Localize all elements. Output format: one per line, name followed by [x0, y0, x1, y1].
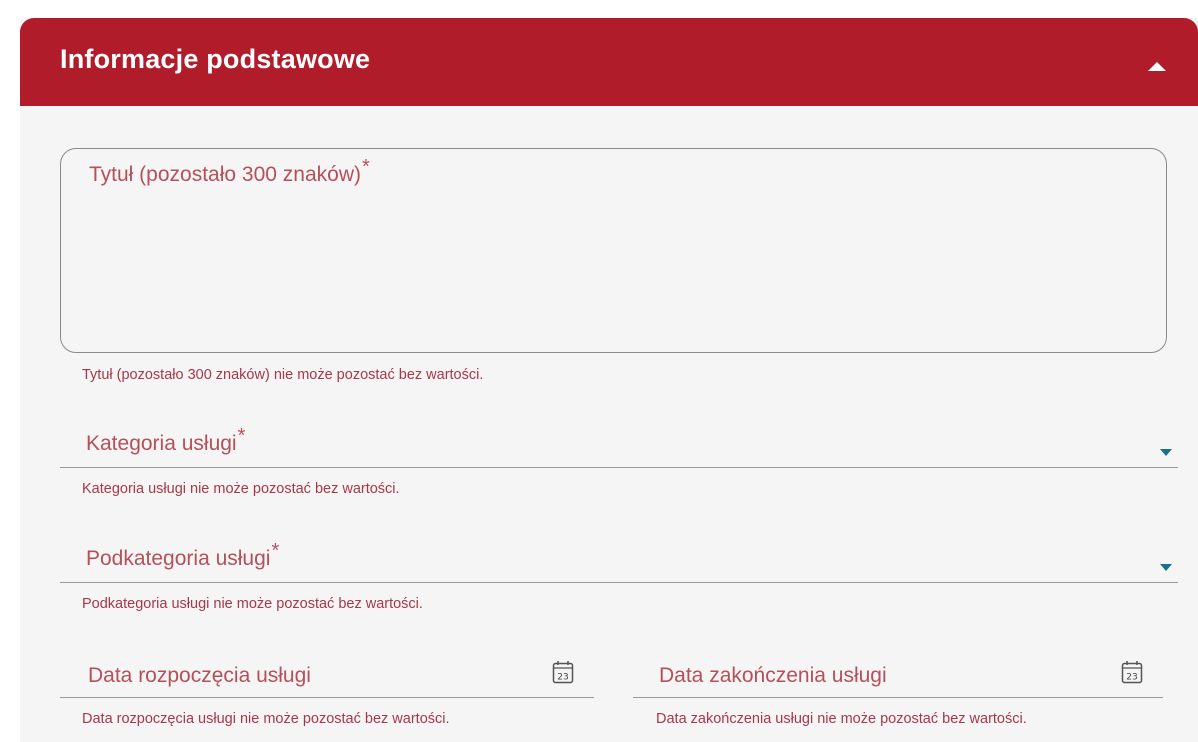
- start-date-label: Data rozpoczęcia usługi: [88, 664, 311, 687]
- title-field-label: Tytuł (pozostało 300 znaków)*: [89, 156, 370, 186]
- required-mark: *: [271, 540, 280, 562]
- subcategory-error-message: Podkategoria usługi nie może pozostać be…: [82, 596, 423, 612]
- calendar-icon-day: 23: [1126, 673, 1137, 683]
- required-mark: *: [237, 425, 246, 447]
- category-select-label: Kategoria usługi*: [86, 425, 246, 455]
- subcategory-select-label: Podkategoria usługi*: [86, 540, 280, 570]
- title-error-message: Tytuł (pozostało 300 znaków) nie może po…: [82, 367, 484, 383]
- caret-up-icon[interactable]: [1144, 54, 1170, 76]
- end-date-error-message: Data zakończenia usługi nie może pozosta…: [656, 711, 1027, 727]
- end-date-label: Data zakończenia usługi: [659, 664, 887, 687]
- start-date-error-message: Data rozpoczęcia usługi nie może pozosta…: [82, 711, 450, 727]
- subcategory-select[interactable]: Podkategoria usługi*: [60, 539, 1178, 583]
- panel-header[interactable]: Informacje podstawowe: [20, 18, 1198, 106]
- end-date-field[interactable]: Data zakończenia usługi 23: [633, 654, 1163, 698]
- calendar-icon[interactable]: 23: [1121, 660, 1143, 684]
- calendar-icon-day: 23: [557, 673, 568, 683]
- required-mark: *: [361, 156, 370, 178]
- title-textarea[interactable]: Tytuł (pozostało 300 znaków)*: [60, 148, 1167, 353]
- calendar-icon[interactable]: 23: [552, 660, 574, 684]
- category-error-message: Kategoria usługi nie może pozostać bez w…: [82, 481, 400, 497]
- category-select[interactable]: Kategoria usługi*: [60, 424, 1178, 468]
- panel-title: Informacje podstawowe: [60, 44, 371, 74]
- caret-down-icon[interactable]: [1160, 559, 1172, 571]
- caret-down-icon[interactable]: [1160, 444, 1172, 456]
- start-date-field[interactable]: Data rozpoczęcia usługi 23: [60, 654, 594, 698]
